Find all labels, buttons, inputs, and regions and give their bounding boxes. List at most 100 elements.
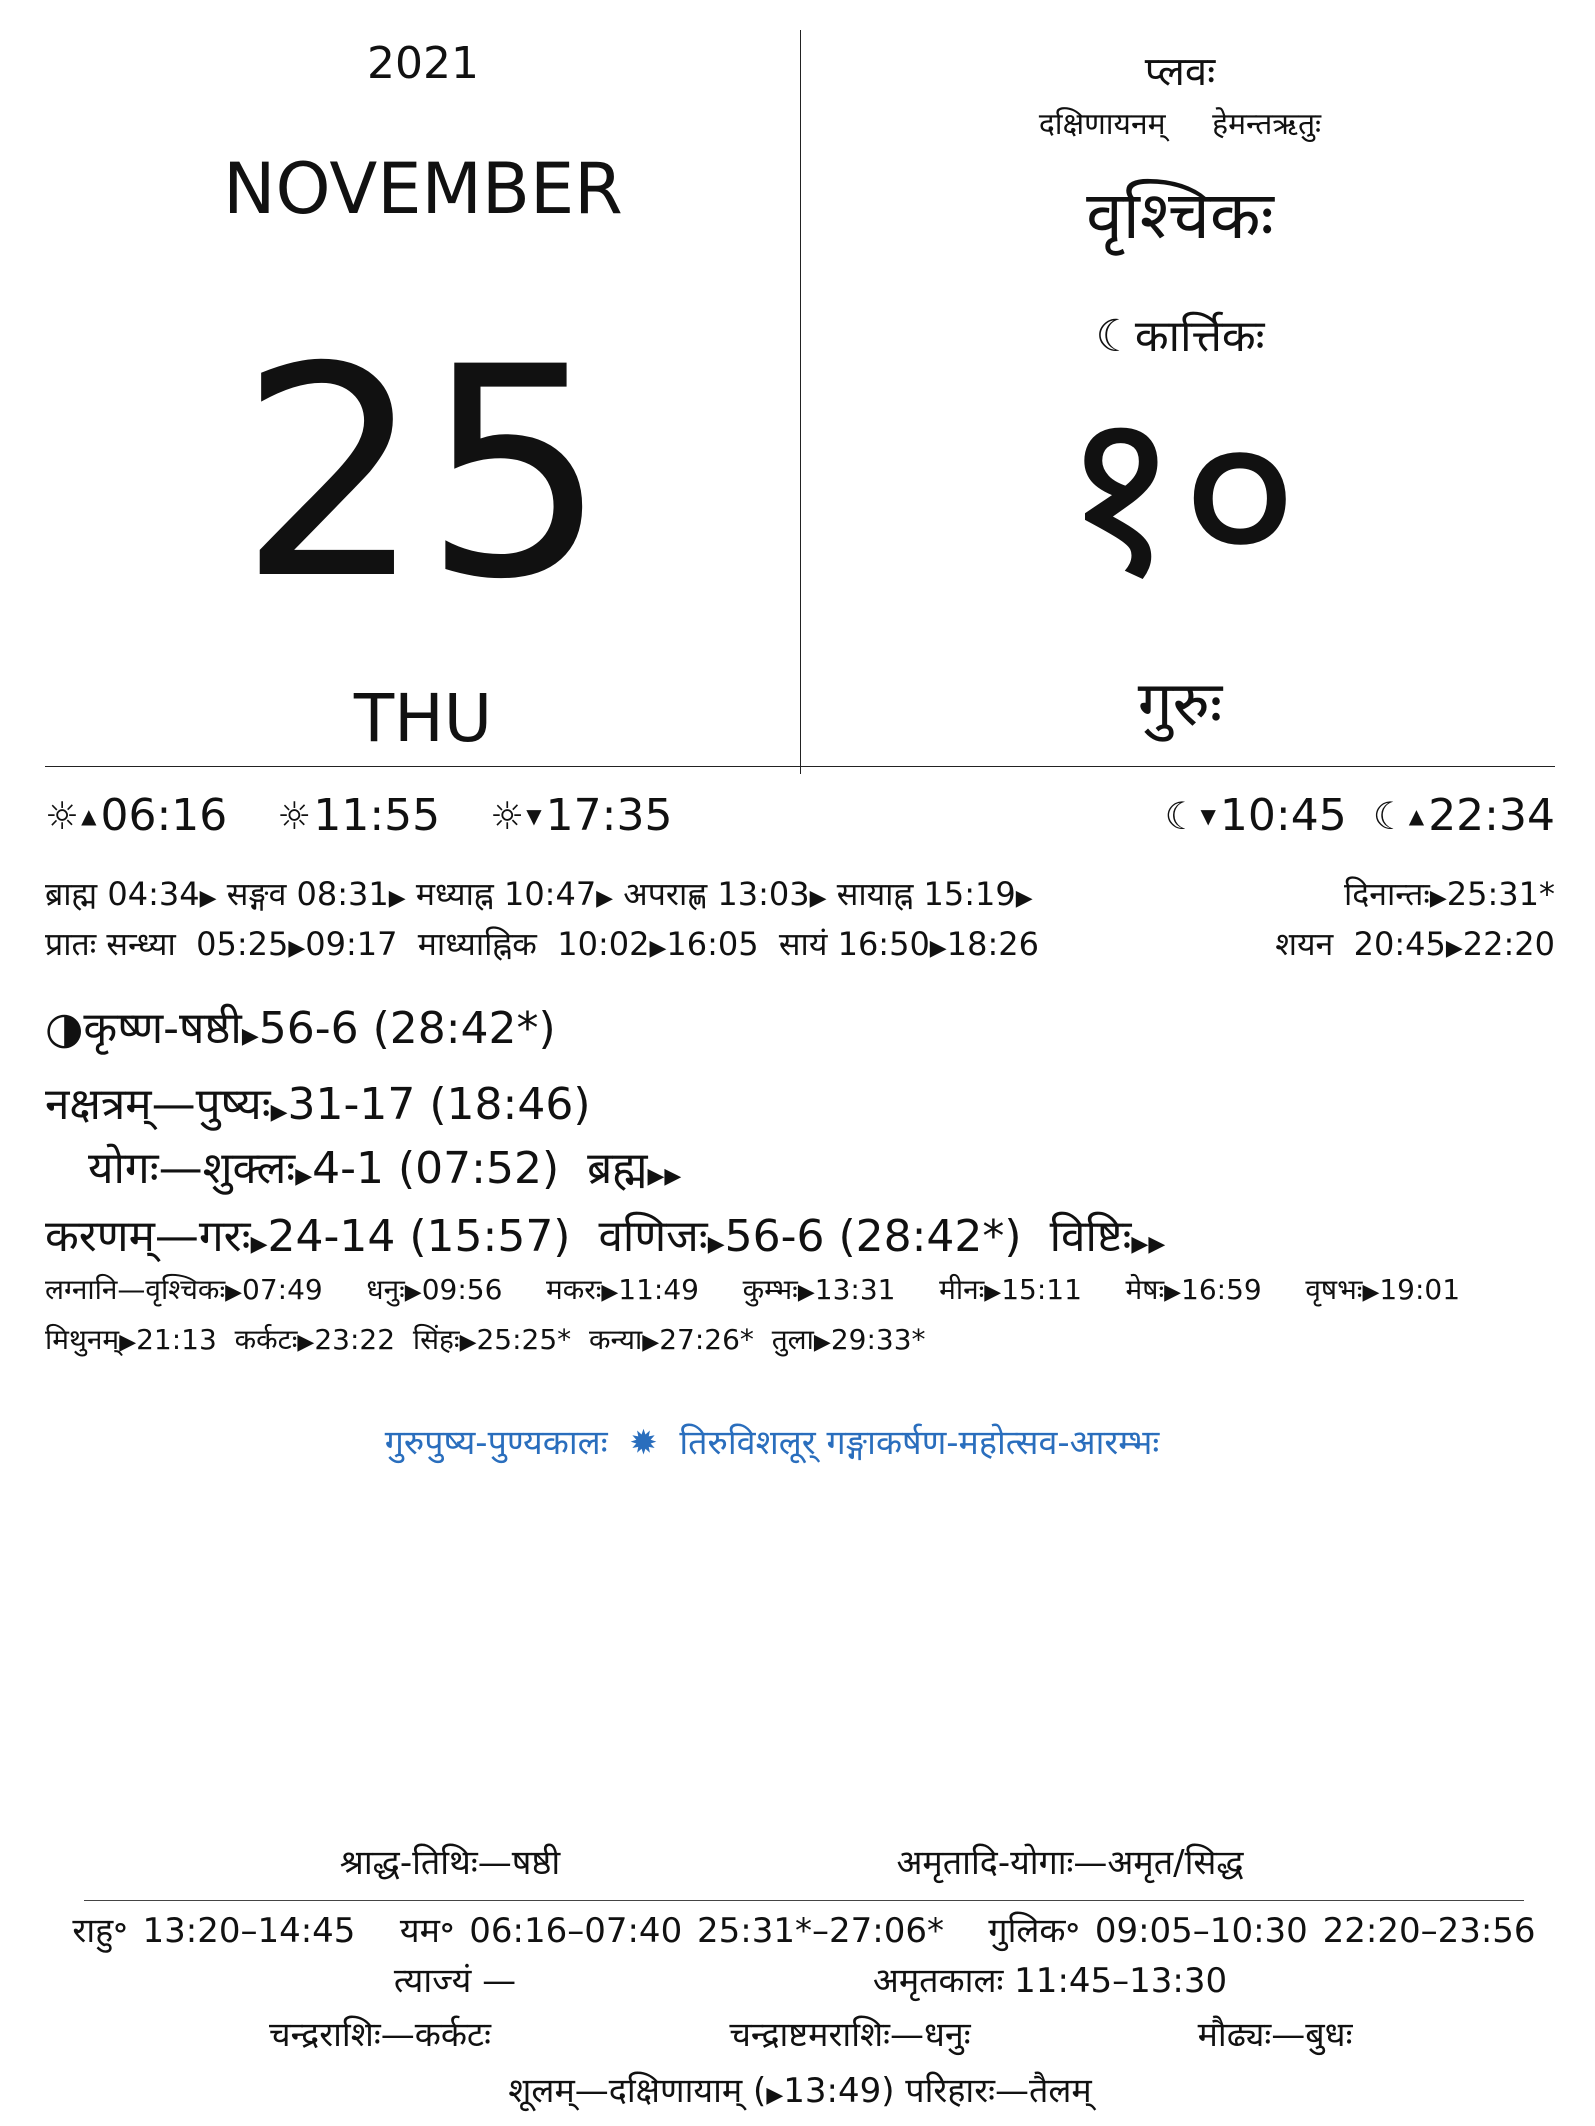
moonrise: ☾ ▲ 22:34 xyxy=(1373,790,1555,841)
right-triangle-icon: ▶ xyxy=(813,1330,831,1355)
right-triangle-icon: ▶ xyxy=(797,1280,815,1305)
right-triangle-icon: ▶ xyxy=(642,1330,660,1355)
rahu-kala: राहु॰ 13:20–14:45 xyxy=(72,1911,356,1951)
up-triangle-icon: ▲ xyxy=(1408,803,1425,828)
shoolam-parihara: शूलम्—दक्षिणायाम् (▶13:49) परिहारः—तैलम् xyxy=(508,2066,1091,2112)
day-parts-row-2: प्रातः सन्ध्या 05:25▶09:17 माध्याह्निक 1… xyxy=(45,925,1039,963)
right-triangle-icon: ▶ xyxy=(601,1280,619,1305)
parihara: ) परिहारः—तैलम् xyxy=(881,2071,1092,2111)
karana-next: विष्टिः xyxy=(1049,1211,1132,1262)
right-triangle-icon: ▶ xyxy=(199,886,217,911)
nakshatra-value: 31-17 (18:46) xyxy=(287,1079,591,1130)
footer-divider xyxy=(84,1900,1524,1901)
right-triangle-icon: ▶ xyxy=(250,1232,268,1257)
maudhya: मौढ्यः—बुधः xyxy=(1197,2015,1353,2055)
year: 2021 xyxy=(367,38,479,89)
lagnas-row-1: लग्नानि—वृश्चिकः▶07:49 धनुः▶09:56 मकरः▶1… xyxy=(45,1273,1461,1306)
moon-icon: ☾ xyxy=(1164,793,1199,838)
nakshatra-line: नक्षत्रम्—पुष्यः▶31-17 (18:46) xyxy=(45,1072,591,1132)
karana-second-value: 56-6 (28:42*) xyxy=(724,1211,1022,1262)
right-triangle-icon: ▶ xyxy=(241,1024,259,1049)
sun-icon: ☼ xyxy=(277,793,312,838)
fast-forward-icon: ▶▶ xyxy=(647,1164,682,1189)
noon-time: 11:55 xyxy=(313,790,441,841)
right-triangle-icon: ▶ xyxy=(1164,1280,1182,1305)
right-triangle-icon: ▶ xyxy=(295,1164,313,1189)
chandrashtama-rashi: चन्द्राष्टमराशिः—धनुः xyxy=(729,2015,971,2055)
day-parts-row-1: ब्राह्म 04:34▶ सङ्गव 08:31▶ मध्याह्न 10:… xyxy=(45,875,1033,913)
down-triangle-icon: ▼ xyxy=(1200,803,1216,828)
lunar-day: १० xyxy=(1060,361,1300,628)
chandra-rashi: चन्द्रराशिः—कर्कटः xyxy=(269,2015,491,2055)
lagnas-row-2: मिथुनम्▶21:13 कर्कटः▶23:22 सिंहः▶25:25* … xyxy=(45,1323,926,1356)
moonset: ☾ ▼ 10:45 xyxy=(1164,790,1346,841)
moon-icon: ☾ xyxy=(1372,793,1407,838)
right-triangle-icon: ▶ xyxy=(1015,886,1033,911)
right-triangle-icon: ▶ xyxy=(596,886,614,911)
right-triangle-icon: ▶ xyxy=(809,886,827,911)
down-triangle-icon: ▼ xyxy=(526,803,542,828)
yoga-value: 4-1 (07:52) xyxy=(312,1143,560,1194)
sunrise: ☼ ▲ 06:16 xyxy=(45,790,227,841)
sun-icon: ☼ xyxy=(490,793,525,838)
right-triangle-icon: ▶ xyxy=(1445,936,1463,961)
shayana: शयन 20:45▶22:20 xyxy=(1275,925,1555,963)
yama-ganda: यम॰ 06:16–07:40 25:31*–27:06* xyxy=(399,1911,944,1951)
festivals: गुरुपुष्य-पुण्यकालः ✹ तिरुविशलूर् गङ्गाक… xyxy=(385,1418,1160,1464)
yoga-next: ब्रह्म xyxy=(587,1143,648,1194)
yoga-line: योगः—शुक्लः▶4-1 (07:52) ब्रह्म▶▶ xyxy=(88,1136,681,1196)
tithi-name: कृष्ण-षष्ठी xyxy=(83,1003,242,1054)
tithi-line: ◑कृष्ण-षष्ठी▶56-6 (28:42*) xyxy=(45,996,556,1056)
sun-icon: ☼ xyxy=(45,793,80,838)
right-triangle-icon: ▶ xyxy=(929,936,947,961)
sunrise-time: 06:16 xyxy=(100,790,228,841)
shraddha-tithi: श्राद्ध-तिथिः—षष्ठी xyxy=(339,1843,561,1883)
amritadi-yoga: अमृतादि-योगाः—अमृत/सिद्ध xyxy=(896,1843,1244,1883)
moon-times: ☾ ▼ 10:45 ☾ ▲ 22:34 xyxy=(1164,790,1555,841)
ayana: दक्षिणायनम् xyxy=(1038,107,1166,142)
festival-2: तिरुविशलूर् गङ्गाकर्षण-महोत्सव-आरम्भः xyxy=(679,1423,1160,1463)
right-triangle-icon: ▶ xyxy=(270,1100,288,1125)
right-triangle-icon: ▶ xyxy=(404,1280,422,1305)
right-triangle-icon: ▶ xyxy=(388,886,406,911)
sunset-time: 17:35 xyxy=(545,790,673,841)
karana-line: करणम्—गरः▶24-14 (15:57) वणिजः▶56-6 (28:4… xyxy=(45,1204,1165,1264)
vara: गुरुः xyxy=(1137,667,1223,740)
right-triangle-icon: ▶ xyxy=(649,936,667,961)
amritakala: अमृतकालः 11:45–13:30 xyxy=(872,1961,1228,2001)
month-name: NOVEMBER xyxy=(223,148,623,230)
moonrise-time: 22:34 xyxy=(1428,790,1555,841)
nakshatra-name: नक्षत्रम्—पुष्यः xyxy=(45,1079,271,1130)
festival-1: गुरुपुष्य-पुण्यकालः xyxy=(384,1423,608,1463)
tithi-value: 56-6 (28:42*) xyxy=(258,1003,556,1054)
karana-value: 24-14 (15:57) xyxy=(267,1211,571,1262)
ayana-ritu: दक्षिणायनम् हेमन्तऋतुः xyxy=(1039,102,1321,143)
samvatsara: प्लवः xyxy=(1144,49,1216,95)
noon: ☼ 11:55 xyxy=(277,790,440,841)
up-triangle-icon: ▲ xyxy=(81,803,97,828)
gulika-kala: गुलिक॰ 09:05–10:30 22:20–23:56 xyxy=(988,1911,1536,1951)
right-triangle-icon: ▶ xyxy=(1429,886,1447,911)
shoolam-time: 13:49 xyxy=(783,2071,882,2111)
right-triangle-icon: ▶ xyxy=(766,2083,784,2108)
karana-second-name: वणिजः xyxy=(598,1211,708,1262)
day-number: 25 xyxy=(238,306,608,643)
karana-name: करणम्—गरः xyxy=(45,1211,251,1262)
lunar-month: ☾कार्त्तिकः xyxy=(1095,311,1265,362)
ritu: हेमन्तऋतुः xyxy=(1212,107,1322,142)
star-icon: ✹ xyxy=(629,1423,658,1463)
right-triangle-icon: ▶ xyxy=(288,936,306,961)
half-moon-icon: ◑ xyxy=(45,1003,84,1054)
right-triangle-icon: ▶ xyxy=(984,1280,1002,1305)
vertical-divider xyxy=(800,30,801,774)
right-triangle-icon: ▶ xyxy=(225,1280,243,1305)
moonset-time: 10:45 xyxy=(1219,790,1347,841)
horizontal-divider xyxy=(45,766,1555,767)
right-triangle-icon: ▶ xyxy=(1362,1280,1380,1305)
sun-times: ☼ ▲ 06:16 ☼ 11:55 ☼ ▼ 17:35 xyxy=(45,790,672,841)
tyajyam: त्याज्यं — xyxy=(393,1961,517,2001)
right-triangle-icon: ▶ xyxy=(707,1232,725,1257)
fast-forward-icon: ▶▶ xyxy=(1131,1232,1166,1257)
dinanta: दिनान्तः▶25:31* xyxy=(1343,875,1555,913)
right-triangle-icon: ▶ xyxy=(459,1330,477,1355)
